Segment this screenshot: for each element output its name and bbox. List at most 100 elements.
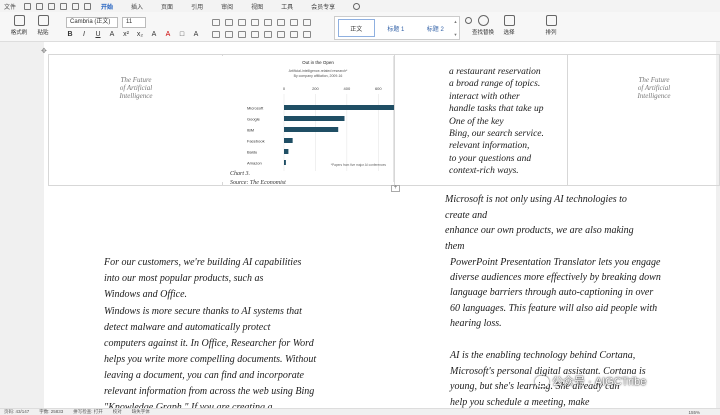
- paste-button[interactable]: 粘贴: [32, 15, 54, 41]
- save-icon[interactable]: [24, 2, 32, 10]
- document-canvas[interactable]: ✥ The Future of Artificial Intelligence …: [0, 42, 720, 413]
- align-right-icon[interactable]: [238, 31, 246, 38]
- status-words[interactable]: 字数: 25833: [39, 409, 63, 415]
- paragraph-microsoft: Microsoft is not only using AI technolog…: [445, 192, 634, 254]
- table-right-text: a restaurant reservation a broad range o…: [449, 66, 544, 178]
- chart-subtitle: Artificial-intelligence-related research…: [289, 69, 348, 73]
- title-line: of Artificial: [119, 84, 153, 92]
- show-marks-icon[interactable]: [290, 19, 298, 26]
- paste-label: 粘贴: [37, 30, 49, 36]
- style-search-icon[interactable]: [465, 17, 472, 24]
- open-icon[interactable]: [36, 2, 44, 10]
- search-icon[interactable]: [353, 2, 361, 10]
- strikethrough-icon[interactable]: A: [108, 31, 116, 38]
- align-center-icon[interactable]: [225, 31, 233, 38]
- chinese-layout-icon[interactable]: [264, 19, 272, 26]
- decrease-indent-icon[interactable]: [238, 19, 246, 26]
- title-line: Intelligence: [637, 92, 671, 100]
- tab-review[interactable]: 审阅: [219, 1, 235, 12]
- tab-insert[interactable]: 插入: [129, 1, 145, 12]
- menu-file[interactable]: 文件: [4, 2, 16, 11]
- italic-icon[interactable]: I: [80, 31, 88, 38]
- table-divider: [567, 54, 568, 186]
- undo-icon[interactable]: [72, 2, 80, 10]
- style-heading-2[interactable]: 标题 2: [417, 19, 453, 37]
- text-line: a restaurant reservation: [449, 67, 541, 77]
- title-line: of Artificial: [637, 84, 671, 92]
- brush-icon: [13, 15, 25, 26]
- bar: [284, 105, 394, 110]
- find-replace-label: 查找替换: [472, 30, 495, 36]
- tab-home[interactable]: 开始: [99, 1, 116, 14]
- increase-indent-icon[interactable]: [251, 19, 259, 26]
- tab-page[interactable]: 页面: [159, 1, 175, 12]
- zoom-level[interactable]: 155%: [688, 410, 700, 415]
- chart-image[interactable]: Out in the Open Artificial-intelligence-r…: [222, 56, 394, 182]
- subscript-icon[interactable]: x₂: [136, 31, 144, 38]
- text-line: language barriers through auto-captionin…: [450, 287, 654, 299]
- bold-icon[interactable]: B: [66, 31, 74, 38]
- cursor-icon: [503, 15, 515, 26]
- tab-references[interactable]: 引用: [189, 1, 205, 12]
- arrange-button[interactable]: 排列: [540, 15, 562, 41]
- style-heading-1[interactable]: 标题 1: [378, 19, 414, 37]
- menu-bar: 文件 开始 插入 页面 引用 审阅 视图 工具 会员专享: [0, 0, 720, 14]
- text-line: create and: [445, 209, 488, 221]
- tab-view[interactable]: 视图: [249, 1, 265, 12]
- numbered-list-icon[interactable]: [225, 19, 233, 26]
- text-effect-icon[interactable]: A: [192, 31, 200, 38]
- font-color-icon[interactable]: A: [164, 31, 172, 38]
- text-line: PowerPoint Presentation Translator lets …: [450, 257, 661, 268]
- tab-tools[interactable]: 工具: [279, 1, 295, 12]
- underline-icon[interactable]: U: [94, 31, 102, 38]
- highlight-icon[interactable]: A: [150, 31, 158, 38]
- gallery-scroll[interactable]: ▲ ▼: [454, 19, 459, 37]
- print-icon[interactable]: [48, 2, 56, 10]
- text-line: hearing loss.: [450, 317, 502, 329]
- shading-icon[interactable]: [290, 31, 298, 38]
- preview-icon[interactable]: [60, 2, 68, 10]
- status-spell-check[interactable]: 拼写检查: 打开: [73, 409, 103, 415]
- status-page[interactable]: 页码: 43/147: [4, 409, 29, 415]
- superscript-icon[interactable]: x²: [122, 31, 130, 38]
- style-normal[interactable]: 正文: [338, 19, 375, 37]
- bar: [284, 149, 289, 154]
- status-proofread[interactable]: 校对: [113, 409, 122, 415]
- find-replace-button[interactable]: 查找替换: [472, 15, 494, 41]
- text-line: computers against it. In Office, Researc…: [104, 338, 314, 349]
- tab-member[interactable]: 会员专享: [309, 1, 337, 12]
- x-tick-label: 200: [312, 86, 319, 91]
- category-label: Amazon: [247, 161, 262, 166]
- paragraph-row-bottom: [212, 31, 311, 38]
- paragraph-powerpoint: PowerPoint Presentation Translator lets …: [450, 255, 661, 331]
- bullet-list-icon[interactable]: [212, 19, 220, 26]
- sort-icon[interactable]: [277, 19, 285, 26]
- font-size-select[interactable]: 11: [122, 17, 146, 28]
- table-icon[interactable]: [303, 19, 311, 26]
- font-name-select[interactable]: Cambria (正文): [66, 17, 118, 28]
- select-button[interactable]: 选择: [498, 15, 520, 41]
- table-add-row-icon[interactable]: +: [391, 185, 400, 192]
- text-line: helps you write more compelling document…: [104, 354, 317, 365]
- redo-icon[interactable]: [84, 2, 92, 10]
- format-painter-button[interactable]: 格式刷: [8, 15, 30, 41]
- arrange-icon: [545, 15, 557, 26]
- justify-icon[interactable]: [251, 31, 259, 38]
- bar: [284, 160, 286, 165]
- watermark-text: 公众号 · AIGCTribe: [552, 376, 647, 388]
- line-spacing-icon[interactable]: [277, 31, 285, 38]
- x-tick-label: 400: [344, 86, 351, 91]
- distributed-icon[interactable]: [264, 31, 272, 38]
- clipboard-icon: [37, 15, 49, 26]
- wechat-icon: [535, 375, 549, 387]
- align-left-icon[interactable]: [212, 31, 220, 38]
- status-missing-font[interactable]: 缺失字体: [132, 409, 150, 415]
- text-line: handle tasks that take up: [449, 104, 544, 115]
- magnifier-icon: [477, 15, 489, 26]
- bar: [284, 116, 345, 121]
- table-move-handle-icon[interactable]: ✥: [41, 48, 48, 55]
- border-icon[interactable]: □: [178, 31, 186, 38]
- text-line: into our most popular products, such as: [104, 273, 264, 284]
- borders-icon[interactable]: [303, 31, 311, 38]
- page-gutter-left: [0, 42, 44, 408]
